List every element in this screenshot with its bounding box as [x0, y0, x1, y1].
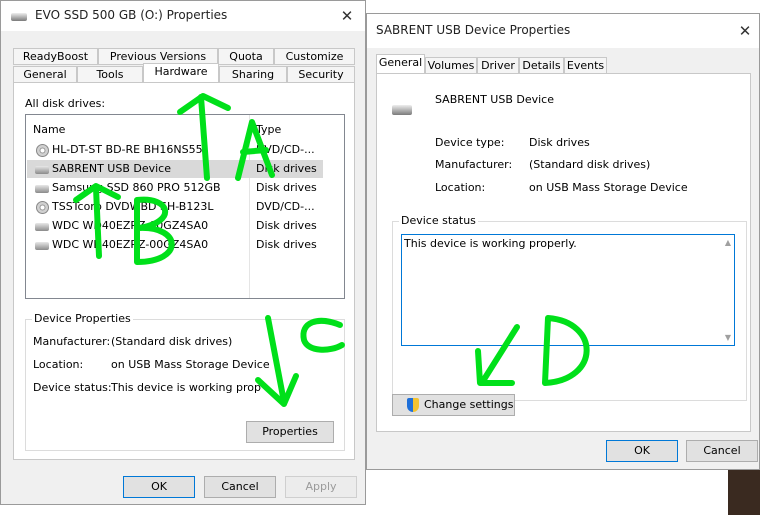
tab-general[interactable]: General	[376, 54, 425, 74]
tab-hardware[interactable]: Hardware	[143, 63, 219, 83]
ok-button[interactable]: OK	[123, 476, 195, 498]
device-type-value: Disk drives	[529, 136, 590, 149]
window-title: SABRENT USB Device Properties	[376, 23, 571, 37]
tab-events[interactable]: Events	[564, 57, 607, 74]
ok-button[interactable]: OK	[606, 440, 678, 462]
device-properties-window: SABRENT USB Device Properties ✕ General …	[366, 13, 760, 470]
change-settings-label: Change settings	[424, 398, 514, 411]
title-bar: SABRENT USB Device Properties ✕	[367, 14, 759, 48]
scroll-up-icon[interactable]: ▲	[725, 238, 731, 247]
disk-drive-icon	[35, 166, 49, 174]
drive-type: DVD/CD-...	[256, 200, 315, 213]
drive-type: Disk drives	[256, 219, 317, 232]
manufacturer-label: Manufacturer:	[435, 158, 513, 171]
drive-type: Disk drives	[256, 238, 317, 251]
tab-sharing[interactable]: Sharing	[219, 66, 287, 83]
hardware-panel: All disk drives: Name Type HL-DT-ST BD-R…	[13, 82, 355, 460]
apply-button[interactable]: Apply	[285, 476, 357, 498]
close-icon[interactable]: ✕	[337, 6, 357, 26]
drive-type: DVD/CD-...	[256, 143, 315, 156]
device-status-text: This device is working properly.	[404, 237, 577, 250]
disk-drives-list[interactable]: Name Type HL-DT-ST BD-RE BH16NS55 DVD/CD…	[25, 114, 345, 299]
all-disk-drives-label: All disk drives:	[25, 97, 106, 110]
tab-quota[interactable]: Quota	[218, 48, 274, 65]
general-panel: SABRENT USB Device Device type: Disk dri…	[376, 73, 751, 432]
drive-name: Samsung SSD 860 PRO 512GB	[52, 181, 221, 194]
tab-customize[interactable]: Customize	[274, 48, 355, 65]
tab-volumes[interactable]: Volumes	[425, 57, 477, 74]
manufacturer-value: (Standard disk drives)	[111, 335, 233, 348]
device-properties-group: Device Properties Manufacturer: (Standar…	[25, 312, 345, 451]
drive-name: TSSTcorp DVDWBD SH-B123L	[52, 200, 214, 213]
scroll-down-icon[interactable]: ▼	[725, 333, 731, 342]
drive-icon	[11, 13, 27, 21]
drive-type: Disk drives	[256, 181, 317, 194]
tab-details[interactable]: Details	[519, 57, 564, 74]
tab-security[interactable]: Security	[287, 66, 355, 83]
disk-drive-icon	[35, 242, 49, 250]
list-item-selected[interactable]: SABRENT USB Device Disk drives	[27, 160, 323, 178]
list-item[interactable]: WDC WD40EZRZ-00GZ4SA0 Disk drives	[27, 236, 323, 254]
desktop-background	[728, 470, 760, 515]
tab-general[interactable]: General	[13, 66, 77, 83]
device-status-textbox[interactable]: This device is working properly. ▲ ▼	[401, 234, 735, 346]
device-status-group: Device status This device is working pro…	[392, 214, 747, 401]
drive-name: WDC WD40EZRZ-00GZ4SA0	[52, 238, 209, 251]
location-label: Location:	[435, 181, 486, 194]
change-settings-button[interactable]: Change settings	[392, 394, 515, 416]
device-name: SABRENT USB Device	[435, 93, 554, 106]
disc-drive-icon	[36, 201, 49, 214]
list-item[interactable]: HL-DT-ST BD-RE BH16NS55 DVD/CD-...	[27, 141, 323, 159]
location-value: on USB Mass Storage Device	[111, 358, 270, 371]
disk-drive-icon	[392, 105, 412, 115]
location-value: on USB Mass Storage Device	[529, 181, 688, 194]
tab-driver[interactable]: Driver	[477, 57, 519, 74]
list-item[interactable]: Samsung SSD 860 PRO 512GB Disk drives	[27, 179, 323, 197]
cancel-button[interactable]: Cancel	[204, 476, 276, 498]
list-item[interactable]: TSSTcorp DVDWBD SH-B123L DVD/CD-...	[27, 198, 323, 216]
close-icon[interactable]: ✕	[735, 21, 755, 41]
manufacturer-value: (Standard disk drives)	[529, 158, 651, 171]
cancel-button[interactable]: Cancel	[686, 440, 758, 462]
drive-name: WDC WD40EZRZ-00GZ4SA0	[52, 219, 209, 232]
list-item[interactable]: WDC WD40EZRZ-00GZ4SA0 Disk drives	[27, 217, 323, 235]
disk-drive-icon	[35, 185, 49, 193]
device-type-label: Device type:	[435, 136, 505, 149]
column-header-name[interactable]: Name	[33, 123, 65, 136]
location-label: Location:	[33, 358, 84, 371]
drive-name: SABRENT USB Device	[52, 162, 171, 175]
title-bar: EVO SSD 500 GB (O:) Properties ✕	[1, 1, 365, 31]
disc-drive-icon	[36, 144, 49, 157]
tab-tools[interactable]: Tools	[77, 66, 143, 83]
tab-readyboost[interactable]: ReadyBoost	[13, 48, 98, 65]
device-properties-label: Device Properties	[32, 312, 133, 325]
shield-icon	[407, 398, 419, 412]
disk-drive-icon	[35, 223, 49, 231]
window-title: EVO SSD 500 GB (O:) Properties	[35, 8, 228, 22]
column-header-type[interactable]: Type	[256, 123, 281, 136]
device-status-label: Device status	[399, 214, 478, 227]
device-status-label: Device status:	[33, 381, 112, 394]
drive-type: Disk drives	[256, 162, 317, 175]
properties-button[interactable]: Properties	[246, 421, 334, 443]
device-status-value: This device is working properly.	[111, 381, 261, 394]
drive-properties-window: EVO SSD 500 GB (O:) Properties ✕ ReadyBo…	[0, 0, 366, 505]
manufacturer-label: Manufacturer:	[33, 335, 111, 348]
drive-name: HL-DT-ST BD-RE BH16NS55	[52, 143, 203, 156]
